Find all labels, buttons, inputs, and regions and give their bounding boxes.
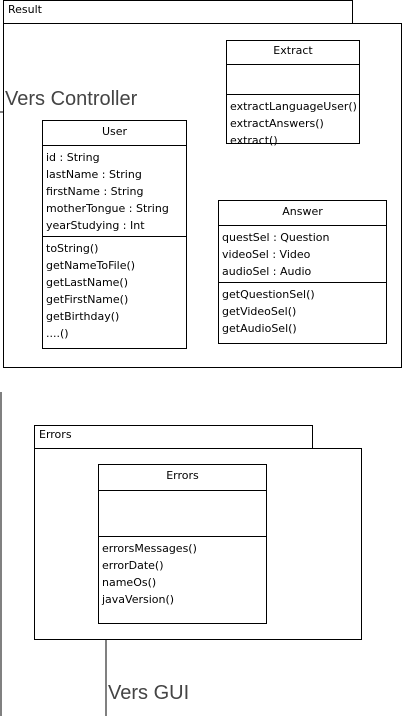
note-vers-gui: Vers GUI (108, 682, 190, 704)
attribute: id : String (46, 151, 100, 164)
operation: extractLanguageUser() (230, 100, 357, 113)
operation: javaVersion() (102, 593, 175, 606)
class-answer-attributes: questSel : Question videoSel : Video aud… (219, 226, 386, 283)
attribute: yearStudying : Int (46, 219, 145, 232)
operation: extractAnswers() (230, 117, 324, 130)
class-answer[interactable]: Answer questSel : Question videoSel : Vi… (218, 200, 387, 344)
class-user-name: User (43, 121, 186, 146)
class-extract[interactable]: Extract extractLanguageUser() extractAns… (226, 40, 360, 147)
attribute: motherTongue : String (46, 202, 169, 215)
note-vers-controller: Vers Controller (5, 88, 138, 110)
class-answer-name: Answer (219, 201, 386, 226)
operation: getQuestionSel() (222, 288, 315, 301)
attribute: audioSel : Audio (222, 265, 312, 278)
class-answer-operations: getQuestionSel() getVideoSel() getAudioS… (219, 283, 386, 339)
class-errors[interactable]: Errors errorsMessages() errorDate() name… (98, 464, 267, 624)
operation: getFirstName() (46, 293, 129, 306)
operation: toString() (46, 242, 99, 255)
package-result-tab: Result (3, 0, 353, 24)
operation: nameOs() (102, 576, 157, 589)
operation: errorDate() (102, 559, 164, 572)
package-errors-tab: Errors (34, 425, 313, 449)
class-errors-name: Errors (99, 465, 266, 491)
operation: errorsMessages() (102, 542, 197, 555)
class-extract-attributes (227, 65, 359, 95)
class-user-attributes: id : String lastName : String firstName … (43, 146, 186, 237)
class-extract-name: Extract (227, 41, 359, 65)
operation: getLastName() (46, 276, 129, 289)
class-user[interactable]: User id : String lastName : String first… (42, 120, 187, 349)
class-user-operations: toString() getNameToFile() getLastName()… (43, 237, 186, 344)
attribute: firstName : String (46, 185, 144, 198)
operation: getVideoSel() (222, 305, 297, 318)
attribute: lastName : String (46, 168, 142, 181)
class-errors-attributes (99, 491, 266, 537)
class-extract-operations: extractLanguageUser() extractAnswers() e… (227, 95, 359, 151)
attribute: videoSel : Video (222, 248, 311, 261)
package-errors-label: Errors (39, 428, 72, 441)
attribute: questSel : Question (222, 231, 330, 244)
operation: extract() (230, 134, 278, 147)
operation: getAudioSel() (222, 322, 297, 335)
operation: getBirthday() (46, 310, 120, 323)
package-result-label: Result (8, 3, 42, 16)
operation: getNameToFile() (46, 259, 136, 272)
class-errors-operations: errorsMessages() errorDate() nameOs() ja… (99, 537, 266, 610)
operation: ....() (46, 327, 69, 340)
